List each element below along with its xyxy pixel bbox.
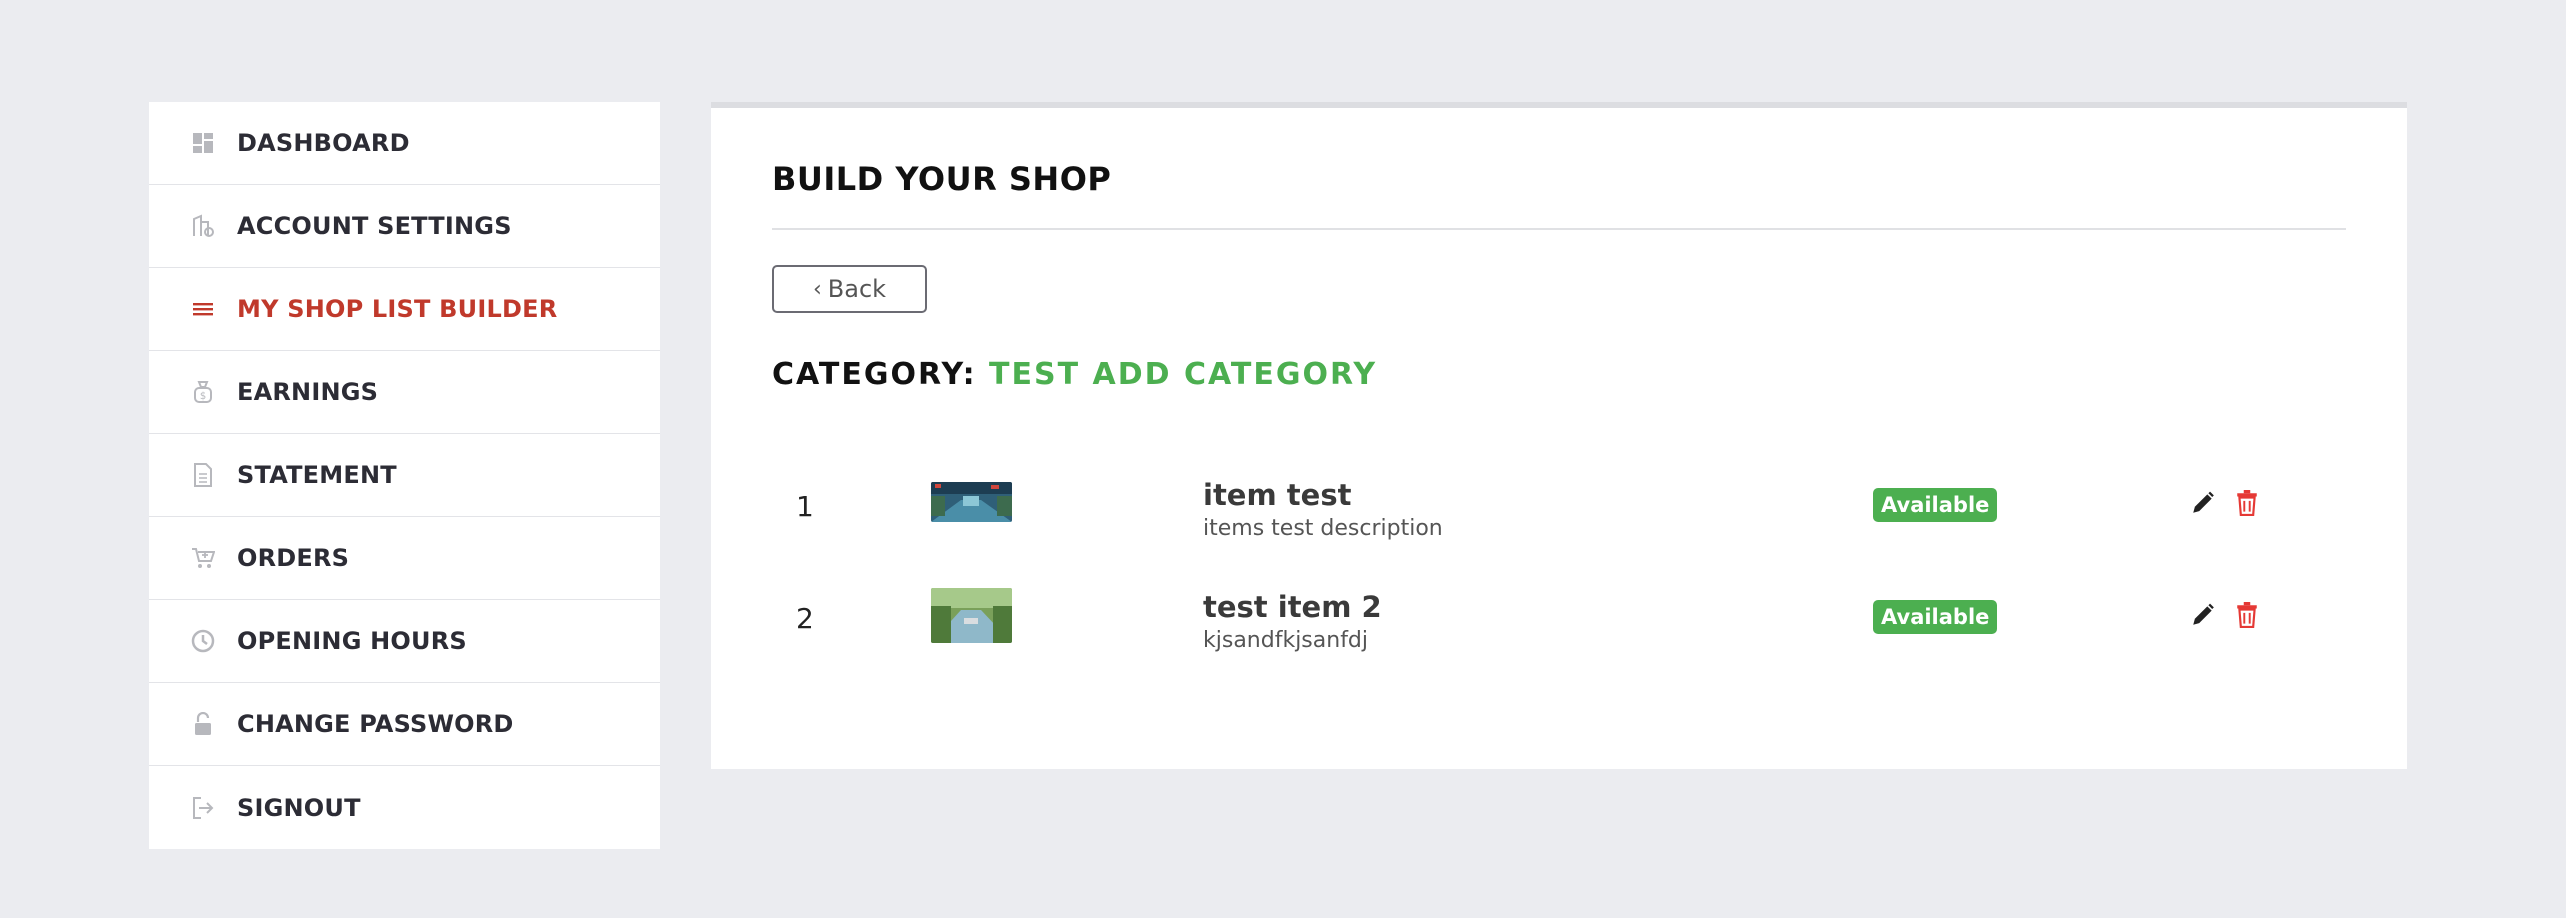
sidebar-item-label: STATEMENT <box>237 461 397 489</box>
sidebar-item-earnings[interactable]: $ EARNINGS <box>149 351 660 434</box>
sidebar: DASHBOARD ACCOUNT SETTINGS MY SHOP LIST … <box>149 102 660 849</box>
page-title: BUILD YOUR SHOP <box>772 160 1112 198</box>
sidebar-item-statement[interactable]: STATEMENT <box>149 434 660 517</box>
item-description: items test description <box>1203 516 1443 541</box>
item-thumbnail <box>931 482 1012 522</box>
document-icon <box>191 463 215 487</box>
delete-button[interactable] <box>2232 488 2262 518</box>
sidebar-item-orders[interactable]: ORDERS <box>149 517 660 600</box>
category-name: TEST ADD CATEGORY <box>989 357 1378 392</box>
item-description: kjsandfkjsanfdj <box>1203 628 1369 653</box>
sidebar-item-label: SIGNOUT <box>237 793 361 822</box>
sidebar-item-label: MY SHOP LIST BUILDER <box>237 295 558 323</box>
sidebar-item-label: ACCOUNT SETTINGS <box>237 212 512 240</box>
sidebar-item-dashboard[interactable]: DASHBOARD <box>149 102 660 185</box>
edit-button[interactable] <box>2188 488 2218 518</box>
sidebar-item-account-settings[interactable]: ACCOUNT SETTINGS <box>149 185 660 268</box>
sidebar-item-signout[interactable]: SIGNOUT <box>149 766 660 849</box>
pencil-icon <box>2193 603 2214 625</box>
sidebar-item-label: DASHBOARD <box>237 129 410 157</box>
sidebar-item-label: ORDERS <box>237 544 350 572</box>
status-badge: Available <box>1873 600 1998 634</box>
status-badge: Available <box>1873 488 1998 522</box>
chevron-left-icon: ‹ <box>812 276 822 302</box>
item-thumbnail <box>931 588 1012 643</box>
lock-icon <box>191 712 215 736</box>
pencil-icon <box>2193 491 2214 513</box>
item-name: item test <box>1203 478 1352 512</box>
trash-icon <box>2237 602 2257 628</box>
main-panel: BUILD YOUR SHOP ‹ Back CATEGORY: TEST AD… <box>711 102 2407 769</box>
category-heading: CATEGORY: TEST ADD CATEGORY <box>772 357 2346 392</box>
sidebar-item-label: CHANGE PASSWORD <box>237 710 514 738</box>
list-item: 2 test item 2 kjsandfkjsanfdj Available <box>772 570 2346 660</box>
sidebar-item-my-shop-list-builder[interactable]: MY SHOP LIST BUILDER <box>149 268 660 351</box>
cart-icon <box>191 546 215 570</box>
account-settings-icon <box>191 214 215 238</box>
divider <box>772 228 2346 230</box>
sidebar-item-label: EARNINGS <box>237 378 379 406</box>
trash-icon <box>2237 490 2257 516</box>
edit-button[interactable] <box>2188 600 2218 630</box>
back-button-label: Back <box>827 275 887 303</box>
item-number: 1 <box>796 490 814 523</box>
delete-button[interactable] <box>2232 600 2262 630</box>
category-prefix: CATEGORY: <box>772 357 977 392</box>
sidebar-item-label: OPENING HOURS <box>237 627 467 655</box>
svg-text:$: $ <box>200 391 206 402</box>
dashboard-icon <box>191 131 215 155</box>
list-icon <box>191 297 215 321</box>
money-bag-icon: $ <box>191 380 215 404</box>
item-number: 2 <box>796 602 814 635</box>
clock-icon <box>191 629 215 653</box>
sidebar-item-change-password[interactable]: CHANGE PASSWORD <box>149 683 660 766</box>
signout-icon <box>191 796 215 820</box>
list-item: 1 item test items test description Avail… <box>772 458 2346 548</box>
back-button[interactable]: ‹ Back <box>772 265 927 313</box>
sidebar-item-opening-hours[interactable]: OPENING HOURS <box>149 600 660 683</box>
item-name: test item 2 <box>1203 590 1382 624</box>
